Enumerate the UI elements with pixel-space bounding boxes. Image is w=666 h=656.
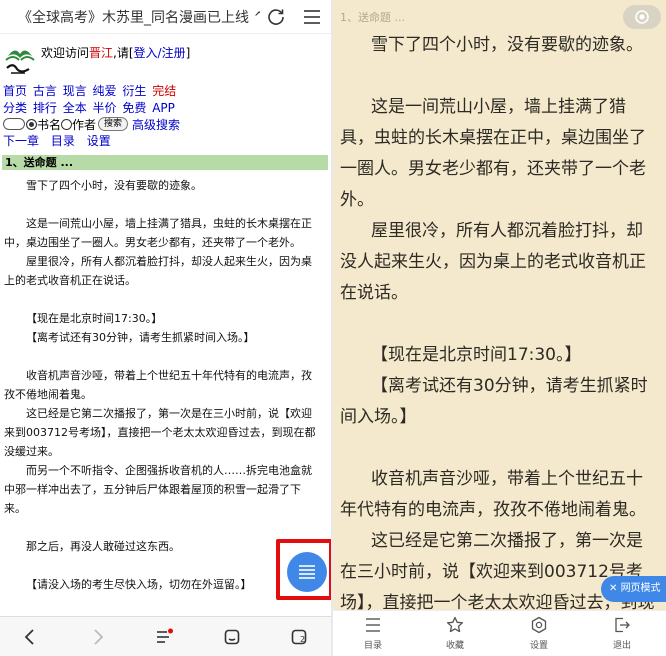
- tab-favorite[interactable]: 收藏: [430, 616, 480, 651]
- reader-close-button[interactable]: [623, 5, 661, 29]
- search-by-author-radio[interactable]: [61, 118, 73, 130]
- chapter-paragraph: 这是一间荒山小屋，墙上挂满了猎具，虫蛀的长木桌摆在正中，桌边围坐了一圈人。男女老…: [4, 217, 312, 249]
- reader-paragraph: 雪下了四个小时，没有要歇的迹象。: [371, 35, 643, 55]
- tab-favorite-label: 收藏: [445, 641, 464, 651]
- chapter-paragraph: 这已经是它第二次播报了，第一次是在三小时前，说【欢迎来到003712号考场】，直…: [4, 407, 316, 458]
- tab-settings[interactable]: 设置: [514, 616, 564, 651]
- refresh-icon[interactable]: [266, 7, 286, 27]
- welcome-suffix: ]: [185, 46, 191, 60]
- settings-link[interactable]: 设置: [87, 134, 111, 148]
- reader-paragraph: 【离考试还有30分钟，请考生抓紧时间入场。】: [340, 376, 648, 427]
- site-logo-icon[interactable]: [3, 42, 37, 76]
- category-nav-row1: 首页 古言 现言 纯爱 衍生 完结: [3, 82, 178, 99]
- chapter-paragraph: 收音机声音沙哑，带着上个世纪五十年代特有的电流声，孜孜不倦地闹着鬼。: [4, 369, 312, 401]
- search-by-title-radio[interactable]: [26, 118, 37, 130]
- reader-paragraph: 【现在是北京时间17:30。】: [371, 345, 582, 365]
- chapter-text: 雪下了四个小时，没有要歇的迹象。这是一间荒山小屋，墙上挂满了猎具，虫蛀的长木桌摆…: [4, 176, 320, 594]
- next-chapter-link[interactable]: 下一章: [3, 134, 39, 148]
- web-mode-label: 网页模式: [620, 583, 661, 594]
- web-mode-button[interactable]: ✕ 网页模式: [601, 576, 666, 602]
- page-title[interactable]: 《全球高考》木苏里_同名漫画已上线 ^...: [18, 7, 260, 27]
- tab-exit-label: 退出: [612, 641, 631, 651]
- browser-top-bar: 《全球高考》木苏里_同名漫画已上线 ^...: [0, 0, 331, 34]
- reader-text: 雪下了四个小时，没有要歇的迹象。这是一间荒山小屋，墙上挂满了猎具，虫蛀的长木桌摆…: [340, 30, 658, 650]
- chapter-paragraph: 【请没入场的考生尽快入场，切勿在外逗留。】: [26, 578, 252, 591]
- nav-free-link[interactable]: 免费: [122, 101, 146, 115]
- site-name: 晋江: [89, 46, 114, 60]
- search-by-title-label: 书名: [37, 117, 62, 132]
- nav-half-price-link[interactable]: 半价: [93, 101, 117, 115]
- star-icon: [446, 616, 464, 633]
- reader-paragraph: 屋里很冷，所有人都沉着脸打抖，却没人起来生火，因为桌上的老式收音机正在说话。: [340, 221, 646, 303]
- nav-xianyan-link[interactable]: 现言: [63, 84, 87, 98]
- chapter-nav-row: 下一章 目录 设置: [3, 132, 119, 149]
- reader-paragraph: 这是一间荒山小屋，墙上挂满了猎具，虫蛀的长木桌摆在正中，桌边围坐了一圈人。男女老…: [340, 97, 646, 210]
- welcome-text: 欢迎访问: [41, 46, 90, 60]
- toc-icon: [366, 618, 380, 632]
- chapter-paragraph: 【现在是北京时间17:30。】: [26, 312, 163, 325]
- browser-bottom-bar: 2: [0, 616, 331, 656]
- search-button[interactable]: 搜索: [98, 117, 129, 131]
- nav-yansheng-link[interactable]: 衍生: [122, 84, 146, 98]
- menu-list-icon[interactable]: [154, 627, 174, 647]
- welcome-line: 欢迎访问晋江,请[登入/注册]: [41, 44, 190, 61]
- browser-web-view: 《全球高考》木苏里_同名漫画已上线 ^... 欢迎访问晋江,请[登入/注册] 首…: [0, 0, 331, 656]
- back-arrow-icon[interactable]: [20, 627, 40, 647]
- tabs-frame-icon: [291, 629, 307, 645]
- login-register-link[interactable]: 登入/注册: [134, 46, 186, 60]
- nav-home-link[interactable]: 首页: [3, 84, 27, 98]
- highlight-box: [276, 539, 331, 600]
- nav-chunai-link[interactable]: 纯爱: [93, 84, 117, 98]
- tabs-icon[interactable]: 2: [289, 627, 309, 647]
- circle-dot-icon: [635, 10, 649, 24]
- chapter-paragraph: 那之后，再没人敢碰过这东西。: [26, 540, 180, 553]
- advanced-search-link[interactable]: 高级搜索: [132, 116, 180, 133]
- tab-count: 2: [300, 635, 306, 644]
- nav-completed-link[interactable]: 完结: [152, 84, 176, 98]
- reader-mode-view: 1、送命题 ... 雪下了四个小时，没有要歇的迹象。这是一间荒山小屋，墙上挂满了…: [333, 0, 666, 656]
- hamburger-menu-icon[interactable]: [303, 8, 321, 26]
- table-of-contents-link[interactable]: 目录: [51, 134, 75, 148]
- chapter-paragraph: 屋里很冷，所有人都沉着脸打抖，却没人起来生火，因为桌上的老式收音机正在说话。: [4, 255, 312, 287]
- tab-settings-label: 设置: [529, 641, 548, 651]
- nav-full-books-link[interactable]: 全本: [63, 101, 87, 115]
- settings-icon: [531, 616, 547, 634]
- tab-exit[interactable]: 退出: [597, 616, 647, 651]
- welcome-mid-text: ,请[: [113, 46, 134, 60]
- forward-arrow-icon[interactable]: [88, 627, 108, 647]
- nav-app-link[interactable]: APP: [152, 101, 175, 115]
- search-row: 书名 作者 搜索 高级搜索: [3, 116, 180, 132]
- reader-paragraph: 收音机声音沙哑，带着上个世纪五十年代特有的电流声，孜孜不倦地闹着鬼。: [340, 469, 646, 520]
- tab-toc[interactable]: 目录: [348, 616, 398, 651]
- nav-ranking-link[interactable]: 排行: [33, 101, 57, 115]
- tab-toc-label: 目录: [363, 641, 382, 651]
- chapter-paragraph: 【离考试还有30分钟，请考生抓紧时间入场。】: [26, 331, 255, 344]
- search-input[interactable]: [3, 118, 25, 130]
- exit-icon: [615, 617, 630, 633]
- reader-chapter-title: 1、送命题 ...: [340, 11, 405, 24]
- nav-categories-link[interactable]: 分类: [3, 101, 27, 115]
- search-by-author-label: 作者: [72, 117, 97, 132]
- chapter-paragraph: 而另一个不听指令、企图强拆收音机的人……拆完电池盒就中邪一样冲出去了，五分钟后尸…: [4, 464, 312, 515]
- category-nav-row2: 分类 排行 全本 半价 免费 APP: [3, 99, 177, 116]
- chapter-paragraph: 雪下了四个小时，没有要歇的迹象。: [26, 179, 202, 192]
- home-icon[interactable]: [222, 627, 242, 647]
- reader-bottom-bar: 目录 收藏 设置 退出: [333, 610, 666, 656]
- nav-guyan-link[interactable]: 古言: [33, 84, 57, 98]
- chapter-heading: 1、送命题 ...: [2, 155, 328, 170]
